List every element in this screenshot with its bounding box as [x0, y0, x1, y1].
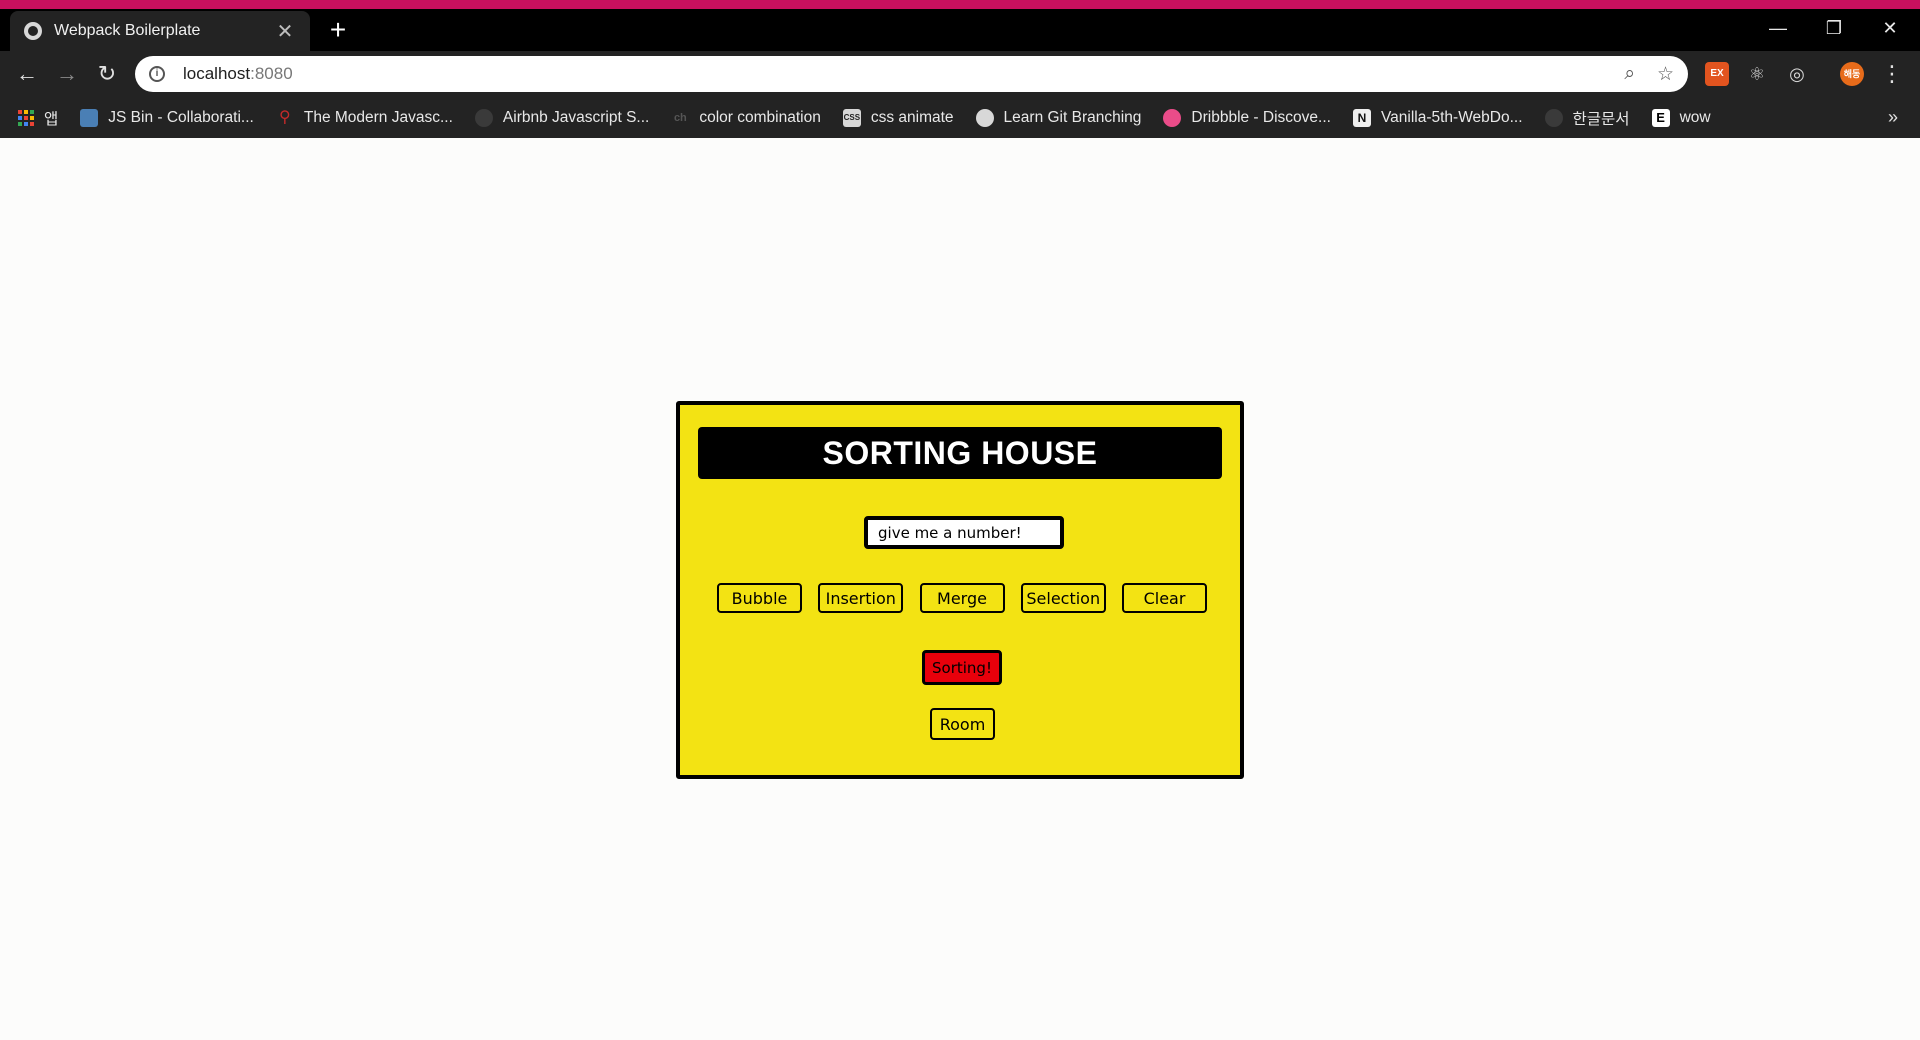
bookmark-hangul-docs[interactable]: 한글문서: [1544, 107, 1630, 129]
bookmark-label: Airbnb Javascript S...: [502, 108, 650, 126]
bookmark-label: Dribbble - Discove...: [1191, 108, 1331, 126]
globe-icon: [975, 108, 994, 127]
bookmark-wow[interactable]: E wow: [1651, 108, 1711, 127]
minimize-button[interactable]: —: [1750, 9, 1806, 47]
restore-button[interactable]: ❐: [1806, 9, 1862, 47]
bookmark-star-icon[interactable]: ☆: [1657, 63, 1674, 86]
dribbble-icon: [1163, 108, 1182, 127]
extension-ex-icon[interactable]: EX: [1705, 62, 1729, 86]
github-icon: [474, 108, 493, 127]
apps-grid-icon: [18, 109, 34, 126]
forward-button[interactable]: →: [52, 59, 82, 89]
tab-bar: Webpack Boilerplate ✕ + — ❐ ✕: [0, 9, 1920, 51]
zoom-icon[interactable]: ⌕: [1624, 63, 1635, 85]
react-devtools-icon[interactable]: ⚛: [1745, 62, 1769, 86]
bookmark-css-animate[interactable]: CSS css animate: [842, 108, 954, 127]
ch-icon: ch: [673, 111, 687, 124]
bookmark-vanilla-webdo[interactable]: N Vanilla-5th-WebDo...: [1352, 108, 1523, 127]
back-button[interactable]: ←: [12, 59, 42, 89]
bookmarks-overflow-icon[interactable]: »: [1888, 107, 1898, 128]
bookmark-learn-git-branching[interactable]: Learn Git Branching: [975, 108, 1142, 127]
tab-close-icon[interactable]: ✕: [274, 19, 296, 44]
window-accent-strip: [0, 0, 1920, 9]
window-close-button[interactable]: ✕: [1862, 9, 1918, 47]
bubble-button[interactable]: Bubble: [717, 583, 802, 613]
bookmark-airbnb-javascript[interactable]: Airbnb Javascript S...: [474, 108, 650, 127]
bookmark-label: The Modern Javasc...: [303, 108, 453, 126]
sorting-house-panel: SORTING HOUSE Bubble Insertion Merge Sel…: [676, 401, 1244, 779]
page-title: SORTING HOUSE: [698, 427, 1222, 479]
room-button[interactable]: Room: [930, 708, 995, 740]
bookmark-label: Learn Git Branching: [1003, 108, 1142, 126]
bookmark-label: JS Bin - Collaborati...: [108, 108, 254, 126]
bookmark-label: 앱: [44, 110, 59, 128]
browser-menu-icon[interactable]: ⋮: [1880, 59, 1904, 89]
tab-title: Webpack Boilerplate: [54, 22, 201, 39]
bookmark-label: wow: [1679, 108, 1711, 126]
url-host: localhost: [183, 64, 251, 83]
insertion-button[interactable]: Insertion: [818, 583, 904, 613]
bookmarks-bar: 앱 JS Bin - Collaborati... ⚲ The Modern J…: [0, 97, 1920, 138]
globe-icon: [24, 22, 42, 40]
modern-js-icon: ⚲: [279, 108, 291, 126]
bookmark-apps[interactable]: 앱: [18, 107, 58, 129]
new-tab-button[interactable]: +: [322, 15, 354, 47]
url-port: :8080: [250, 64, 293, 83]
profile-avatar[interactable]: 해동: [1840, 62, 1864, 86]
bookmark-label: Vanilla-5th-WebDo...: [1380, 108, 1523, 126]
bookmark-label: 한글문서: [1572, 110, 1630, 128]
browser-toolbar: ← → ↻ i localhost :8080 ⌕ ☆ EX ⚛ ◎ 해동 ⋮: [0, 51, 1920, 97]
bookmark-label: color combination: [699, 108, 821, 126]
algorithm-buttons: Bubble Insertion Merge Selection Clear: [717, 583, 1207, 613]
address-bar[interactable]: i localhost :8080 ⌕ ☆: [135, 56, 1688, 92]
clear-button[interactable]: Clear: [1122, 583, 1207, 613]
bookmark-dribbble[interactable]: Dribbble - Discove...: [1163, 108, 1331, 127]
reload-button[interactable]: ↻: [92, 59, 122, 89]
sorting-button[interactable]: Sorting!: [922, 650, 1002, 685]
number-input[interactable]: [864, 516, 1064, 549]
bookmark-jsbin[interactable]: JS Bin - Collaborati...: [80, 108, 254, 127]
merge-button[interactable]: Merge: [919, 583, 1005, 613]
bookmark-label: css animate: [870, 108, 954, 126]
browser-tab[interactable]: Webpack Boilerplate ✕: [10, 11, 310, 51]
github-icon: [1544, 108, 1563, 127]
bookmark-color-combination[interactable]: ch color combination: [671, 108, 821, 127]
extension-target-icon[interactable]: ◎: [1785, 62, 1809, 86]
browser-chrome: Webpack Boilerplate ✕ + — ❐ ✕ ← → ↻ i lo…: [0, 0, 1920, 138]
e-icon: E: [1651, 108, 1670, 127]
css3-icon: CSS: [842, 108, 861, 127]
notion-icon: N: [1352, 108, 1371, 127]
site-info-icon[interactable]: i: [149, 66, 165, 82]
bookmark-modern-javascript[interactable]: ⚲ The Modern Javasc...: [276, 109, 453, 127]
selection-button[interactable]: Selection: [1020, 583, 1106, 613]
jsbin-icon: [80, 108, 99, 127]
